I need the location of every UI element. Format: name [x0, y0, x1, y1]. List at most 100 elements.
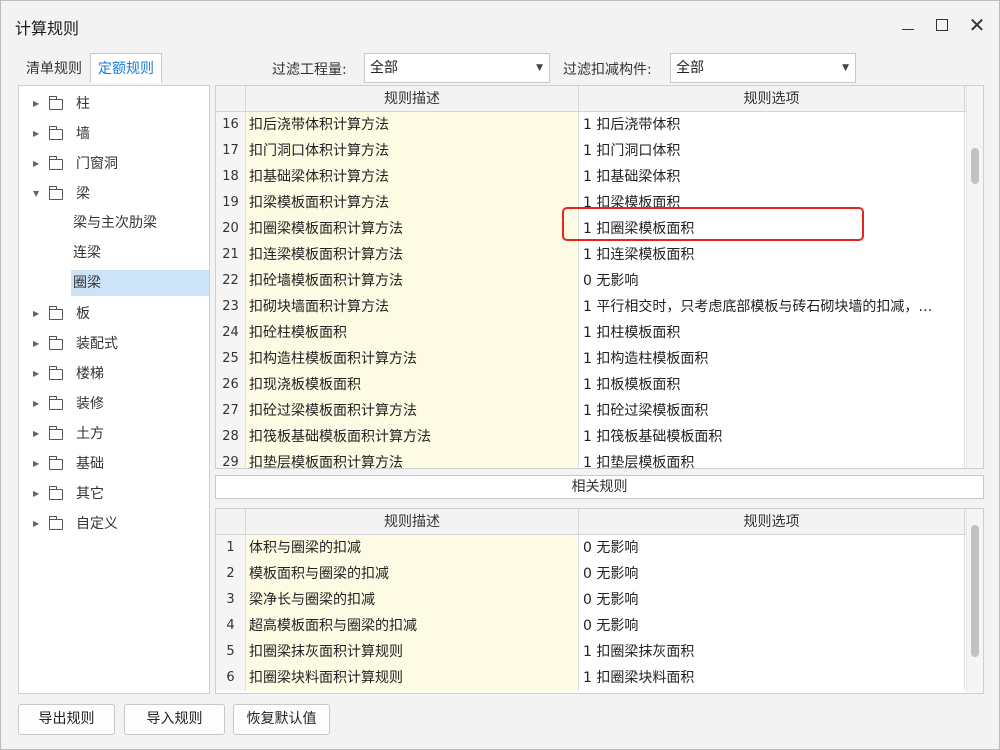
scrollbar-thumb[interactable] — [971, 148, 979, 184]
tree-item-foundation[interactable]: ▶ 基础 — [19, 449, 209, 479]
tree-item-beam-main-secondary[interactable]: 梁与主次肋梁 — [71, 210, 209, 236]
row-number: 23 — [216, 294, 246, 320]
rule-description: 扣筏板基础模板面积计算方法 — [246, 424, 579, 450]
rule-option[interactable]: 0 无影响 — [579, 587, 965, 613]
table-row[interactable]: 24 扣砼柱模板面积 1 扣柱模板面积 — [216, 320, 965, 346]
row-number: 22 — [216, 268, 246, 294]
filter-component-select[interactable]: 全部 ▼ — [670, 53, 856, 83]
tree-item-decoration[interactable]: ▶ 装修 — [19, 389, 209, 419]
chevron-right-icon[interactable]: ▶ — [33, 149, 39, 179]
table-row[interactable]: 28 扣筏板基础模板面积计算方法 1 扣筏板基础模板面积 — [216, 424, 965, 450]
rule-option[interactable]: 0 无影响 — [579, 535, 965, 561]
chevron-right-icon[interactable]: ▶ — [33, 119, 39, 149]
chevron-right-icon[interactable]: ▶ — [33, 359, 39, 389]
minimize-icon[interactable] — [894, 11, 922, 39]
rule-option[interactable]: 1 扣连梁模板面积 — [579, 242, 965, 268]
tree-item-other[interactable]: ▶ 其它 — [19, 479, 209, 509]
rule-option[interactable]: 1 扣圈梁模板面积 — [579, 216, 965, 242]
rule-option[interactable]: 1 扣柱模板面积 — [579, 320, 965, 346]
rule-option[interactable]: 1 扣后浇带体积 — [579, 112, 965, 138]
table-row[interactable]: 26 扣现浇板模板面积 1 扣板模板面积 — [216, 372, 965, 398]
table-row[interactable]: 20 扣圈梁模板面积计算方法 1 扣圈梁模板面积 — [216, 216, 965, 242]
chevron-right-icon[interactable]: ▶ — [33, 479, 39, 509]
tree-item-column[interactable]: ▶ 柱 — [19, 89, 209, 119]
table-row[interactable]: 25 扣构造柱模板面积计算方法 1 扣构造柱模板面积 — [216, 346, 965, 372]
table-row[interactable]: 17 扣门洞口体积计算方法 1 扣门洞口体积 — [216, 138, 965, 164]
tree-item-label: 土方 — [76, 426, 104, 442]
row-number: 24 — [216, 320, 246, 346]
rule-option[interactable]: 0 无影响 — [579, 561, 965, 587]
chevron-right-icon[interactable]: ▶ — [33, 509, 39, 539]
rules-table-scrollbar[interactable] — [966, 86, 983, 468]
export-rules-button[interactable]: 导出规则 — [18, 704, 115, 735]
row-number: 21 — [216, 242, 246, 268]
restore-defaults-button[interactable]: 恢复默认值 — [233, 704, 330, 735]
rule-option[interactable]: 1 扣圈梁块料面积 — [579, 665, 965, 691]
filter-quantity-select[interactable]: 全部 ▼ — [364, 53, 550, 83]
tab-bill-rules[interactable]: 清单规则 — [18, 53, 90, 83]
tree-item-earthwork[interactable]: ▶ 土方 — [19, 419, 209, 449]
folder-icon — [49, 96, 63, 110]
rule-option[interactable]: 1 扣板模板面积 — [579, 372, 965, 398]
chevron-right-icon[interactable]: ▶ — [33, 389, 39, 419]
rule-option[interactable]: 0 无影响 — [579, 268, 965, 294]
table-row[interactable]: 23 扣砌块墙面积计算方法 1 平行相交时，只考虑底部模板与砖石砌块墙的扣减，… — [216, 294, 965, 320]
tree-item-door-window[interactable]: ▶ 门窗洞 — [19, 149, 209, 179]
table-row[interactable]: 27 扣砼过梁模板面积计算方法 1 扣砼过梁模板面积 — [216, 398, 965, 424]
tree-item-beam[interactable]: ▼ 梁 — [19, 179, 209, 209]
chevron-right-icon[interactable]: ▶ — [33, 329, 39, 359]
rule-option[interactable]: 1 平行相交时，只考虑底部模板与砖石砌块墙的扣减，… — [579, 294, 965, 320]
tree-item-stairs[interactable]: ▶ 楼梯 — [19, 359, 209, 389]
header-option[interactable]: 规则选项 — [579, 86, 965, 112]
rule-option[interactable]: 1 扣门洞口体积 — [579, 138, 965, 164]
tree-item-ring-beam[interactable]: 圈梁 — [71, 270, 209, 296]
folder-icon — [49, 426, 63, 440]
chevron-right-icon[interactable]: ▶ — [33, 89, 39, 119]
table-row[interactable]: 18 扣基础梁体积计算方法 1 扣基础梁体积 — [216, 164, 965, 190]
maximize-icon[interactable] — [928, 11, 956, 39]
header-option[interactable]: 规则选项 — [579, 509, 965, 535]
table-row[interactable]: 3 梁净长与圈梁的扣减 0 无影响 — [216, 587, 965, 613]
table-row[interactable]: 6 扣圈梁块料面积计算规则 1 扣圈梁块料面积 — [216, 665, 965, 691]
related-table-scrollbar[interactable] — [966, 509, 983, 693]
tab-quota-rules[interactable]: 定额规则 — [90, 53, 162, 83]
tree-item-coupling-beam[interactable]: 连梁 — [71, 240, 209, 266]
rule-description: 扣圈梁块料面积计算规则 — [246, 665, 579, 691]
table-row[interactable]: 4 超高模板面积与圈梁的扣减 0 无影响 — [216, 613, 965, 639]
chevron-right-icon[interactable]: ▶ — [33, 419, 39, 449]
table-row[interactable]: 2 模板面积与圈梁的扣减 0 无影响 — [216, 561, 965, 587]
table-row[interactable]: 29 扣垫层模板面积计算方法 1 扣垫层模板面积 — [216, 450, 965, 468]
header-description[interactable]: 规则描述 — [246, 509, 579, 535]
rule-option[interactable]: 1 扣梁模板面积 — [579, 190, 965, 216]
chevron-right-icon[interactable]: ▶ — [33, 449, 39, 479]
rule-option[interactable]: 1 扣基础梁体积 — [579, 164, 965, 190]
rule-description: 扣圈梁抹灰面积计算规则 — [246, 639, 579, 665]
table-row[interactable]: 19 扣梁模板面积计算方法 1 扣梁模板面积 — [216, 190, 965, 216]
rule-option[interactable]: 1 扣砼过梁模板面积 — [579, 398, 965, 424]
rule-option[interactable]: 1 扣筏板基础模板面积 — [579, 424, 965, 450]
tree-item-label: 楼梯 — [76, 366, 104, 382]
rule-option[interactable]: 0 无影响 — [579, 613, 965, 639]
header-description[interactable]: 规则描述 — [246, 86, 579, 112]
table-row[interactable]: 1 体积与圈梁的扣减 0 无影响 — [216, 535, 965, 561]
table-row[interactable]: 16 扣后浇带体积计算方法 1 扣后浇带体积 — [216, 112, 965, 138]
chevron-down-icon[interactable]: ▼ — [33, 179, 39, 209]
table-row[interactable]: 22 扣砼墙模板面积计算方法 0 无影响 — [216, 268, 965, 294]
table-row[interactable]: 21 扣连梁模板面积计算方法 1 扣连梁模板面积 — [216, 242, 965, 268]
rule-option[interactable]: 1 扣圈梁抹灰面积 — [579, 639, 965, 665]
related-rules-bar: 相关规则 — [215, 475, 984, 499]
import-rules-button[interactable]: 导入规则 — [124, 704, 225, 735]
rule-option[interactable]: 1 扣垫层模板面积 — [579, 450, 965, 468]
chevron-right-icon[interactable]: ▶ — [33, 299, 39, 329]
tree-item-prefab[interactable]: ▶ 装配式 — [19, 329, 209, 359]
tree-item-wall[interactable]: ▶ 墙 — [19, 119, 209, 149]
tree-item-label: 装配式 — [76, 336, 118, 352]
scrollbar-thumb[interactable] — [971, 525, 979, 657]
rule-description: 体积与圈梁的扣减 — [246, 535, 579, 561]
close-icon[interactable]: ✕ — [963, 11, 991, 39]
rule-option[interactable]: 1 扣构造柱模板面积 — [579, 346, 965, 372]
rules-dialog: 计算规则 ✕ 清单规则 定额规则 过滤工程量: 全部 ▼ 过滤扣减构件: 全部 … — [0, 0, 1000, 750]
table-row[interactable]: 5 扣圈梁抹灰面积计算规则 1 扣圈梁抹灰面积 — [216, 639, 965, 665]
tree-item-custom[interactable]: ▶ 自定义 — [19, 509, 209, 539]
tree-item-slab[interactable]: ▶ 板 — [19, 299, 209, 329]
